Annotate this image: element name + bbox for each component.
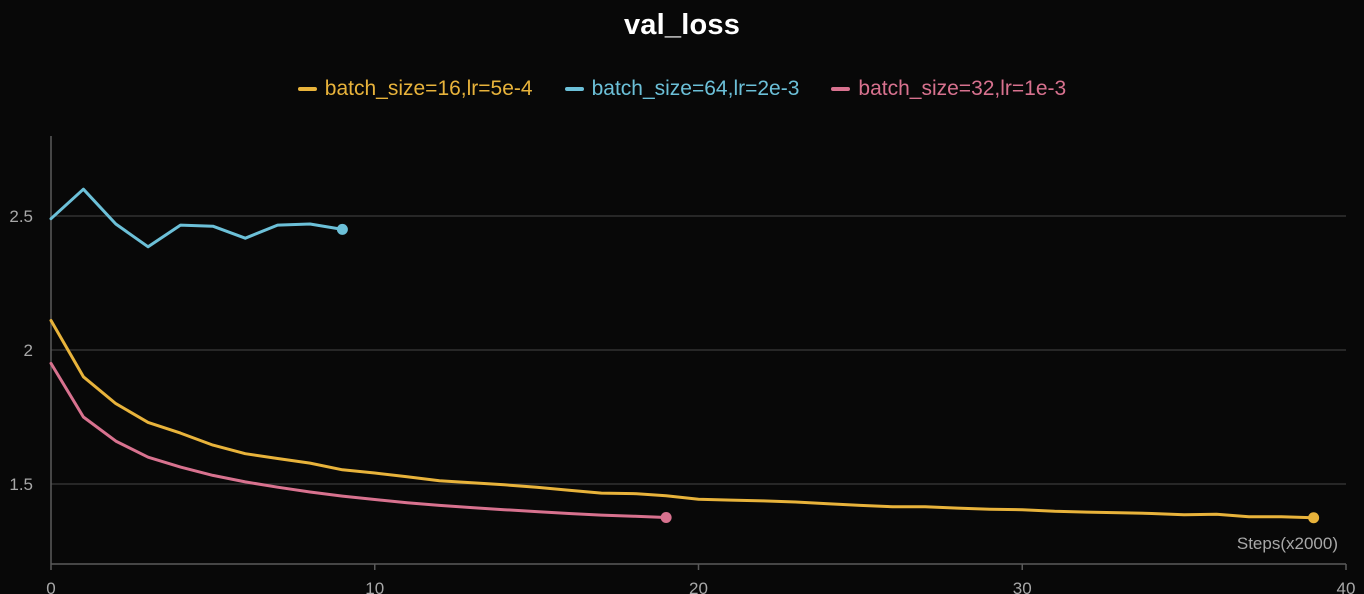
x-tick-label: 0	[46, 579, 55, 594]
x-axis-title: Steps(x2000)	[1237, 534, 1338, 553]
x-tick-label: 40	[1337, 579, 1356, 594]
plot-area[interactable]: 1.5 2 2.5 0 10 20 30 40 Steps(x2000)	[0, 0, 1364, 594]
series-end-marker-0[interactable]	[1308, 512, 1320, 524]
y-tick-label: 1.5	[9, 475, 33, 494]
y-tick-label: 2.5	[9, 207, 33, 226]
axis-layer: 1.5 2 2.5 0 10 20 30 40	[9, 136, 1355, 594]
grid-layer	[51, 215, 1346, 485]
series-line-1[interactable]	[49, 187, 344, 249]
series-end-marker-2[interactable]	[660, 512, 672, 523]
x-tick-label: 20	[689, 579, 708, 594]
x-tick-label: 30	[1013, 579, 1032, 594]
series-end-marker-1[interactable]	[336, 223, 348, 235]
x-tick-label: 10	[365, 579, 384, 594]
series-layer	[49, 187, 1320, 524]
y-tick-label: 2	[24, 341, 33, 360]
series-line-2[interactable]	[49, 361, 668, 519]
